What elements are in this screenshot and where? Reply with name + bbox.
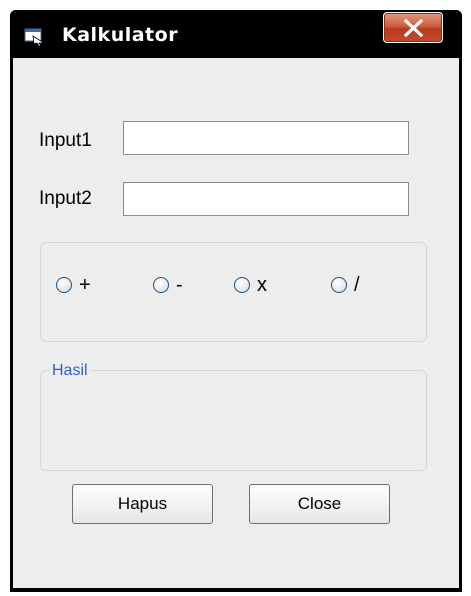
app-window-icon — [24, 28, 46, 46]
close-window-button[interactable] — [383, 12, 443, 43]
result-group-caption: Hasil — [50, 362, 90, 380]
operator-label: x — [257, 273, 267, 296]
close-x-icon — [403, 19, 424, 37]
operator-radio-divide[interactable]: / — [331, 273, 360, 297]
close-button[interactable]: Close — [249, 484, 390, 524]
input1-label: Input1 — [39, 130, 92, 151]
operator-label: - — [176, 273, 183, 296]
input2-label: Input2 — [39, 188, 92, 209]
operator-radio-plus[interactable]: + — [56, 273, 91, 297]
result-group — [40, 370, 427, 471]
operator-radio-multiply[interactable]: x — [234, 273, 267, 297]
input1-field[interactable] — [123, 121, 409, 155]
operator-label: + — [79, 273, 91, 296]
form-client-area: Input1 Input2 + - x / Hasil Hapus Close — [13, 58, 459, 588]
radio-circle-icon — [331, 277, 347, 293]
input2-field[interactable] — [123, 182, 409, 216]
title-bar[interactable]: Kalkulator — [10, 10, 462, 58]
radio-circle-icon — [56, 277, 72, 293]
clear-button[interactable]: Hapus — [72, 484, 213, 524]
operator-label: / — [354, 273, 360, 296]
radio-circle-icon — [153, 277, 169, 293]
calculator-window: Kalkulator Input1 Input2 + - x / Hasil H… — [10, 10, 462, 592]
operator-radio-minus[interactable]: - — [153, 273, 183, 297]
window-title: Kalkulator — [62, 24, 179, 46]
radio-circle-icon — [234, 277, 250, 293]
